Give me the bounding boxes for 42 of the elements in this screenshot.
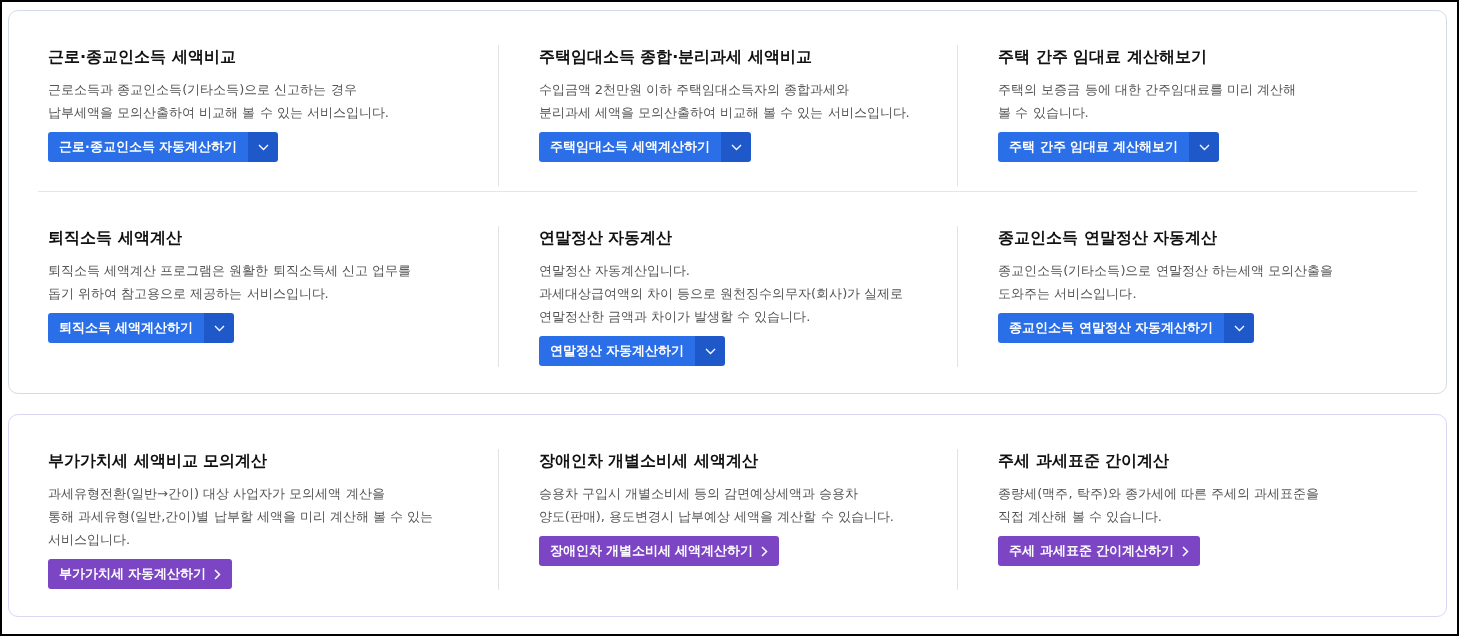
dropdown-toggle[interactable] bbox=[1224, 313, 1255, 343]
service-title: 퇴직소득 세액계산 bbox=[48, 227, 182, 249]
service-description: 과세유형전환(일반→간이) 대상 사업자가 모의세액 계산을 통해 과세유형(일반,간이)별 납부할 세액을 미리 계산해 볼 수 있는 서비스입니다. bbox=[48, 485, 434, 549]
dropdown-toggle[interactable] bbox=[248, 132, 279, 162]
calculate-button[interactable]: 퇴직소득 세액계산하기 bbox=[48, 313, 205, 343]
chevron-down-icon bbox=[1233, 324, 1245, 332]
chevron-down-icon bbox=[704, 347, 716, 355]
service-description: 주택의 보증금 등에 대한 간주임대료를 미리 계산해 볼 수 있습니다. bbox=[998, 81, 1297, 122]
calculate-button[interactable]: 연말정산 자동계산하기 bbox=[538, 336, 695, 366]
calculate-button[interactable]: 부가가치세 자동계산하기 bbox=[48, 559, 233, 589]
chevron-down-icon bbox=[257, 143, 269, 151]
dropdown-toggle[interactable] bbox=[695, 336, 725, 366]
chevron-right-icon bbox=[214, 568, 222, 580]
calculate-button[interactable]: 근로·종교인소득 자동계산하기 bbox=[48, 132, 249, 162]
service-description: 승용차 구입시 개별소비세 등의 감면예상세액과 승용차 양도(판매), 용도변경시 납부예상 세액을 계산할 수 있습니다. bbox=[538, 485, 894, 526]
calculate-button[interactable]: 주택임대소득 세액계산하기 bbox=[538, 132, 721, 162]
service-description: 근로소득과 종교인소득(기타소득)으로 신고하는 경우 납부세액을 모의산출하여 비교해 볼 수 있는 서비스입니다. bbox=[48, 81, 389, 122]
chevron-right-icon bbox=[1182, 545, 1190, 557]
service-description: 종량세(맥주, 탁주)와 종가세에 따른 주세의 과세표준을 직접 계산해 볼 수 있습니다. bbox=[998, 485, 1320, 526]
calculate-button[interactable]: 주택 간주 임대료 계산해보기 bbox=[998, 132, 1190, 162]
service-title: 연말정산 자동계산 bbox=[538, 227, 673, 249]
service-description: 연말정산 자동계산입니다. 과세대상급여액의 차이 등으로 원천징수의무자(회사)가 실제로 연말정산한 금액과 차이가 발생할 수 있습니다. bbox=[538, 262, 904, 326]
chevron-down-icon bbox=[730, 143, 742, 151]
dropdown-toggle[interactable] bbox=[721, 132, 751, 162]
service-title: 주세 과세표준 간이계산 bbox=[998, 450, 1170, 472]
chevron-down-icon bbox=[1198, 143, 1210, 151]
dropdown-toggle[interactable] bbox=[204, 313, 235, 343]
service-title: 장애인차 개별소비세 세액계산 bbox=[538, 450, 758, 472]
chevron-right-icon bbox=[761, 545, 769, 557]
service-title: 주택임대소득 종합·분리과세 세액비교 bbox=[538, 46, 812, 68]
calculate-button[interactable]: 주세 과세표준 간이계산하기 bbox=[998, 536, 1201, 566]
service-description: 종교인소득(기타소득)으로 연말정산 하는세액 모의산출을 도와주는 서비스입니다. bbox=[998, 262, 1333, 303]
dropdown-toggle[interactable] bbox=[1189, 132, 1220, 162]
chevron-down-icon bbox=[213, 324, 225, 332]
service-description: 퇴직소득 세액계산 프로그램은 원활한 퇴직소득세 신고 업무를 돕기 위하여 참고용으로 제공하는 서비스입니다. bbox=[48, 262, 411, 303]
service-title: 근로·종교인소득 세액비교 bbox=[48, 46, 236, 68]
service-title: 종교인소득 연말정산 자동계산 bbox=[998, 227, 1218, 249]
calculate-button[interactable]: 장애인차 개별소비세 세액계산하기 bbox=[538, 536, 780, 566]
service-description: 수입금액 2천만원 이하 주택임대소득자의 종합과세와 분리과세 세액을 모의산출하여 비교해 볼 수 있는 서비스입니다. bbox=[538, 81, 910, 122]
calculate-button[interactable]: 종교인소득 연말정산 자동계산하기 bbox=[998, 313, 1225, 343]
service-title: 부가가치세 세액비교 모의계산 bbox=[48, 450, 268, 472]
service-title: 주택 간주 임대료 계산해보기 bbox=[998, 46, 1208, 68]
